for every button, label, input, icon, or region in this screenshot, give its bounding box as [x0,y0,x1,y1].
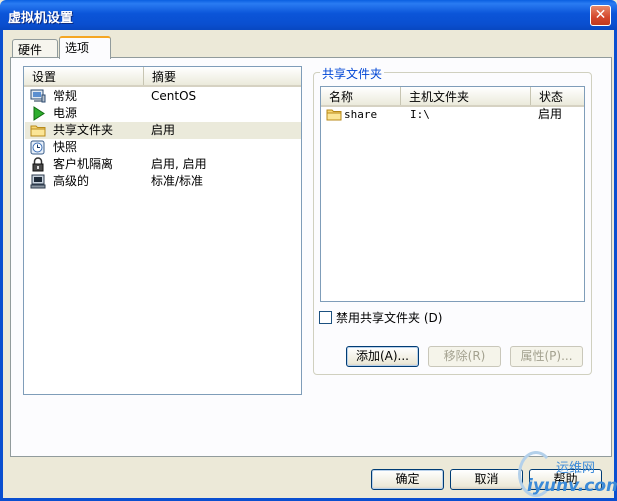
close-icon: ✕ [594,7,607,23]
close-button[interactable]: ✕ [590,5,611,26]
add-button[interactable]: 添加(A)... [346,346,419,367]
settings-row-label: 客户机隔离 [53,157,114,171]
shared-folder-row[interactable]: share I:\ 启用 [322,106,583,123]
shared-folder-host-path: I:\ [410,108,430,121]
column-header-summary[interactable]: 摘要 [144,67,301,85]
cancel-button[interactable]: 取消 [450,469,523,490]
window-titlebar[interactable] [0,0,617,30]
shared-folders-header: 名称 主机文件夹 状态 [321,87,584,107]
settings-row-power[interactable]: 电源 [25,105,301,122]
folder-icon [30,125,46,137]
power-play-icon [33,106,45,121]
shared-folders-list[interactable]: 名称 主机文件夹 状态 share I:\ 启用 [320,86,585,302]
snapshot-clock-icon [30,140,45,155]
shared-folder-status: 启用 [538,107,563,121]
settings-row-label: 电源 [53,106,78,120]
settings-row-value: 标准/标准 [151,174,204,188]
settings-row-label: 快照 [53,140,78,154]
shared-folder-name: share [344,108,378,121]
disable-shared-folders-checkbox[interactable] [319,311,332,324]
folder-icon [326,109,342,121]
settings-row-label: 共享文件夹 [53,123,114,137]
ok-button[interactable]: 确定 [371,469,444,490]
settings-row-value: CentOS [151,89,197,103]
settings-row-value: 启用, 启用 [151,157,207,171]
shared-folders-group-title: 共享文件夹 [320,65,385,82]
watermark-text-bottom: iyunv.com [527,476,617,496]
window-title: 虚拟机设置 [8,11,74,26]
column-header-setting[interactable]: 设置 [24,67,144,85]
settings-row-label: 常规 [53,89,78,103]
column-header-name[interactable]: 名称 [321,87,401,105]
column-header-status[interactable]: 状态 [531,87,584,105]
remove-button[interactable]: 移除(R) [428,346,501,367]
settings-row-value: 启用 [151,123,176,137]
tab-options[interactable]: 选项 [59,36,111,59]
column-header-host-folder[interactable]: 主机文件夹 [401,87,531,105]
settings-list-header: 设置 摘要 [24,67,301,87]
settings-row-advanced[interactable]: 高级的 标准/标准 [25,173,301,190]
tab-hardware[interactable]: 硬件 [12,39,58,59]
settings-list[interactable]: 设置 摘要 常规 CentOS 电源 共享文件夹 启用 快照 客户机隔离 启用,… [23,66,302,395]
settings-row-snapshot[interactable]: 快照 [25,139,301,156]
disable-shared-folders-label[interactable]: 禁用共享文件夹 (D) [336,309,442,326]
watermark-text-top: 运维网 [556,461,596,476]
settings-row-general[interactable]: 常规 CentOS [25,88,301,105]
properties-button[interactable]: 属性(P)... [510,346,583,367]
general-monitor-icon [30,89,46,103]
settings-row-guest-isolation[interactable]: 客户机隔离 启用, 启用 [25,156,301,173]
settings-row-shared-folders[interactable]: 共享文件夹 启用 [25,122,301,139]
lock-icon [32,157,44,172]
advanced-computer-icon [30,174,46,189]
settings-row-label: 高级的 [53,174,90,188]
